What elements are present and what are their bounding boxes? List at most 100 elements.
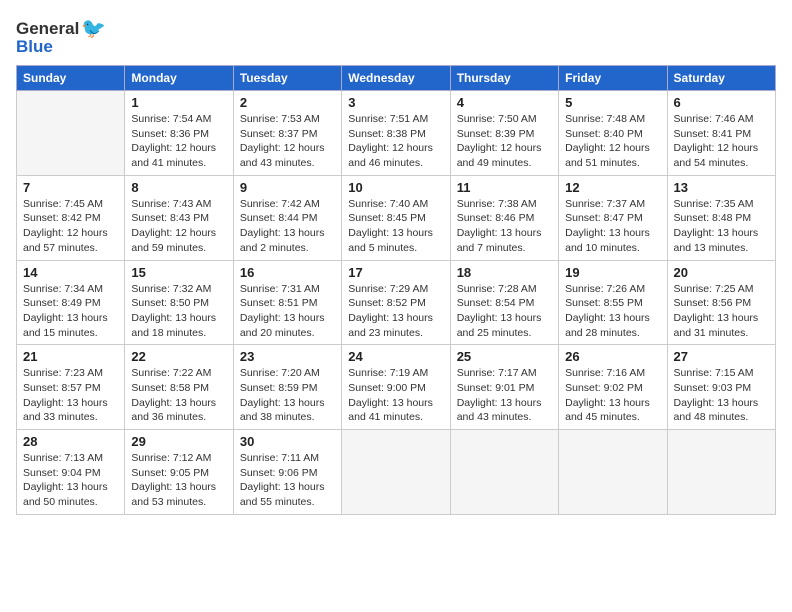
day-info: Sunrise: 7:15 AM Sunset: 9:03 PM Dayligh… [674,366,769,425]
day-number: 23 [240,349,335,364]
day-info: Sunrise: 7:38 AM Sunset: 8:46 PM Dayligh… [457,197,552,256]
day-info: Sunrise: 7:16 AM Sunset: 9:02 PM Dayligh… [565,366,660,425]
calendar-cell: 8 Sunrise: 7:43 AM Sunset: 8:43 PM Daylig… [125,175,233,260]
calendar-cell: 12Sunrise: 7:37 AM Sunset: 8:47 PM Dayli… [559,175,667,260]
day-number: 15 [131,265,226,280]
calendar-cell: 6 Sunrise: 7:46 AM Sunset: 8:41 PM Daylig… [667,91,775,176]
day-info: Sunrise: 7:22 AM Sunset: 8:58 PM Dayligh… [131,366,226,425]
day-info: Sunrise: 7:43 AM Sunset: 8:43 PM Dayligh… [131,197,226,256]
day-number: 9 [240,180,335,195]
calendar-cell: 26 Sunrise: 7:16 AM Sunset: 9:02 PM Dayli… [559,345,667,430]
calendar-cell: 25 Sunrise: 7:17 AM Sunset: 9:01 PM Dayli… [450,345,558,430]
calendar-header-sunday: Sunday [17,66,125,91]
day-info: Sunrise: 7:54 AM Sunset: 8:36 PM Dayligh… [131,112,226,171]
day-number: 22 [131,349,226,364]
day-number: 30 [240,434,335,449]
day-info: Sunrise: 7:23 AM Sunset: 8:57 PM Dayligh… [23,366,118,425]
calendar-header-friday: Friday [559,66,667,91]
calendar-cell: 10 Sunrise: 7:40 AM Sunset: 8:45 PM Dayli… [342,175,450,260]
calendar-cell: 23 Sunrise: 7:20 AM Sunset: 8:59 PM Dayli… [233,345,341,430]
calendar-cell: 14 Sunrise: 7:34 AM Sunset: 8:49 PM Dayli… [17,260,125,345]
day-number: 24 [348,349,443,364]
day-number: 2 [240,95,335,110]
day-info: Sunrise: 7:37 AM Sunset: 8:47 PM Dayligh… [565,197,660,256]
day-number: 17 [348,265,443,280]
day-info: Sunrise: 7:46 AM Sunset: 8:41 PM Dayligh… [674,112,769,171]
day-info: Sunrise: 7:42 AM Sunset: 8:44 PM Dayligh… [240,197,335,256]
day-number: 14 [23,265,118,280]
day-info: Sunrise: 7:51 AM Sunset: 8:38 PM Dayligh… [348,112,443,171]
calendar-header-monday: Monday [125,66,233,91]
calendar-cell: 15 Sunrise: 7:32 AM Sunset: 8:50 PM Dayli… [125,260,233,345]
calendar-week-5: 28Sunrise: 7:13 AM Sunset: 9:04 PM Dayli… [17,430,776,515]
day-number: 20 [674,265,769,280]
calendar-week-3: 14 Sunrise: 7:34 AM Sunset: 8:49 PM Dayli… [17,260,776,345]
calendar-cell: 27 Sunrise: 7:15 AM Sunset: 9:03 PM Dayli… [667,345,775,430]
day-number: 13 [674,180,769,195]
logo-bird-icon: 🐦 [81,16,106,41]
calendar-week-4: 21 Sunrise: 7:23 AM Sunset: 8:57 PM Dayli… [17,345,776,430]
logo: General 🐦 Blue [16,16,106,57]
header: General 🐦 Blue [16,16,776,57]
calendar-header-thursday: Thursday [450,66,558,91]
day-number: 6 [674,95,769,110]
day-info: Sunrise: 7:20 AM Sunset: 8:59 PM Dayligh… [240,366,335,425]
logo-blue: Blue [16,37,53,57]
day-number: 29 [131,434,226,449]
day-info: Sunrise: 7:40 AM Sunset: 8:45 PM Dayligh… [348,197,443,256]
day-number: 7 [23,180,118,195]
day-info: Sunrise: 7:19 AM Sunset: 9:00 PM Dayligh… [348,366,443,425]
calendar-cell [667,430,775,515]
day-info: Sunrise: 7:53 AM Sunset: 8:37 PM Dayligh… [240,112,335,171]
day-number: 11 [457,180,552,195]
day-number: 4 [457,95,552,110]
day-info: Sunrise: 7:26 AM Sunset: 8:55 PM Dayligh… [565,282,660,341]
day-number: 1 [131,95,226,110]
day-number: 19 [565,265,660,280]
day-info: Sunrise: 7:35 AM Sunset: 8:48 PM Dayligh… [674,197,769,256]
day-number: 25 [457,349,552,364]
day-info: Sunrise: 7:11 AM Sunset: 9:06 PM Dayligh… [240,451,335,510]
calendar-cell: 16Sunrise: 7:31 AM Sunset: 8:51 PM Dayli… [233,260,341,345]
day-number: 27 [674,349,769,364]
calendar-header-wednesday: Wednesday [342,66,450,91]
calendar-cell: 30 Sunrise: 7:11 AM Sunset: 9:06 PM Dayli… [233,430,341,515]
day-number: 21 [23,349,118,364]
day-info: Sunrise: 7:50 AM Sunset: 8:39 PM Dayligh… [457,112,552,171]
day-info: Sunrise: 7:48 AM Sunset: 8:40 PM Dayligh… [565,112,660,171]
logo-general: General [16,19,79,39]
day-number: 3 [348,95,443,110]
day-info: Sunrise: 7:31 AM Sunset: 8:51 PM Dayligh… [240,282,335,341]
calendar-header-row: SundayMondayTuesdayWednesdayThursdayFrid… [17,66,776,91]
calendar-cell: 9 Sunrise: 7:42 AM Sunset: 8:44 PM Daylig… [233,175,341,260]
calendar-cell: 2 Sunrise: 7:53 AM Sunset: 8:37 PM Daylig… [233,91,341,176]
calendar-cell: 3 Sunrise: 7:51 AM Sunset: 8:38 PM Daylig… [342,91,450,176]
day-number: 8 [131,180,226,195]
calendar-cell: 1 Sunrise: 7:54 AM Sunset: 8:36 PM Daylig… [125,91,233,176]
calendar-cell [559,430,667,515]
day-number: 10 [348,180,443,195]
calendar-cell: 7 Sunrise: 7:45 AM Sunset: 8:42 PM Daylig… [17,175,125,260]
calendar-cell: 17Sunrise: 7:29 AM Sunset: 8:52 PM Dayli… [342,260,450,345]
day-info: Sunrise: 7:17 AM Sunset: 9:01 PM Dayligh… [457,366,552,425]
day-info: Sunrise: 7:45 AM Sunset: 8:42 PM Dayligh… [23,197,118,256]
calendar-cell: 28Sunrise: 7:13 AM Sunset: 9:04 PM Dayli… [17,430,125,515]
calendar-week-2: 7 Sunrise: 7:45 AM Sunset: 8:42 PM Daylig… [17,175,776,260]
day-info: Sunrise: 7:12 AM Sunset: 9:05 PM Dayligh… [131,451,226,510]
day-info: Sunrise: 7:32 AM Sunset: 8:50 PM Dayligh… [131,282,226,341]
day-number: 28 [23,434,118,449]
calendar-cell: 13 Sunrise: 7:35 AM Sunset: 8:48 PM Dayli… [667,175,775,260]
calendar-cell: 18 Sunrise: 7:28 AM Sunset: 8:54 PM Dayli… [450,260,558,345]
day-number: 18 [457,265,552,280]
day-info: Sunrise: 7:34 AM Sunset: 8:49 PM Dayligh… [23,282,118,341]
calendar-cell: 24 Sunrise: 7:19 AM Sunset: 9:00 PM Dayli… [342,345,450,430]
day-info: Sunrise: 7:25 AM Sunset: 8:56 PM Dayligh… [674,282,769,341]
calendar-week-1: 1 Sunrise: 7:54 AM Sunset: 8:36 PM Daylig… [17,91,776,176]
calendar-cell [342,430,450,515]
day-info: Sunrise: 7:28 AM Sunset: 8:54 PM Dayligh… [457,282,552,341]
calendar-cell: 5Sunrise: 7:48 AM Sunset: 8:40 PM Daylig… [559,91,667,176]
calendar-header-tuesday: Tuesday [233,66,341,91]
day-number: 26 [565,349,660,364]
calendar-cell: 11 Sunrise: 7:38 AM Sunset: 8:46 PM Dayli… [450,175,558,260]
calendar-cell: 19 Sunrise: 7:26 AM Sunset: 8:55 PM Dayli… [559,260,667,345]
